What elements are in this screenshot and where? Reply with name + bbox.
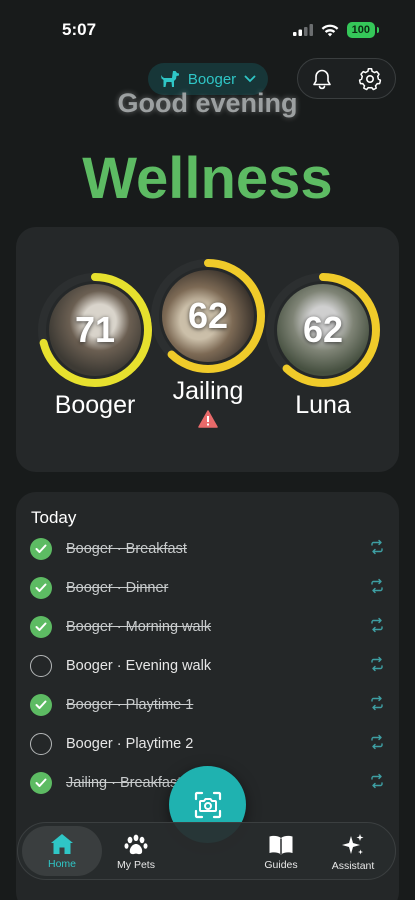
greeting-text: Good evening [117, 88, 298, 118]
paw-icon [124, 834, 148, 854]
repeat-icon [369, 773, 385, 794]
today-title: Today [31, 508, 77, 527]
pet-score-booger[interactable]: 71 Booger [36, 271, 154, 420]
pet-score-luna[interactable]: 62 Luna [264, 271, 382, 420]
repeat-icon [369, 656, 385, 677]
gear-icon[interactable] [358, 67, 382, 91]
task-checked-icon[interactable] [30, 616, 52, 638]
task-checked-icon[interactable] [30, 577, 52, 599]
cellular-signal-icon [292, 24, 313, 36]
status-bar: 5:07 100 [0, 0, 415, 60]
bell-icon[interactable] [311, 68, 333, 90]
tab-bar: Home My Pets Guides Assistant [17, 822, 396, 880]
sparkle-icon [342, 833, 364, 854]
task-row[interactable]: Booger · Playtime 2 [30, 730, 385, 758]
pet-score-jailing[interactable]: 62 Jailing [149, 257, 267, 433]
pet-name: Booger [54, 391, 136, 419]
task-checked-icon[interactable] [30, 538, 52, 560]
warning-icon [149, 410, 267, 433]
status-time: 5:07 [62, 20, 97, 39]
tab-label: Home [47, 857, 76, 870]
task-label: Booger · Breakfast [66, 541, 187, 557]
camera-scan-icon [194, 791, 221, 818]
task-label: Booger · Playtime 2 [66, 736, 194, 752]
tab-home[interactable]: Home [22, 826, 102, 876]
task-row[interactable]: Booger · Breakfast [30, 535, 385, 563]
task-row[interactable]: Booger · Morning walk [30, 613, 385, 641]
score-value: 71 [74, 309, 116, 350]
status-icons: 100 [292, 22, 380, 38]
task-row[interactable]: Booger · Evening walk [30, 652, 385, 680]
wifi-icon [321, 24, 339, 36]
task-row[interactable]: Booger · Playtime 1 [30, 691, 385, 719]
task-label: Booger · Evening walk [66, 658, 212, 674]
score-value: 62 [302, 309, 344, 350]
repeat-icon [369, 578, 385, 599]
score-value: 62 [187, 295, 229, 336]
book-icon [269, 835, 293, 854]
battery-indicator: 100 [346, 22, 380, 38]
chevron-down-icon [244, 75, 256, 83]
repeat-icon [369, 734, 385, 755]
wellness-scores-card: 71 Booger 62 Jailing 62 Luna [16, 227, 399, 472]
task-unchecked-icon[interactable] [30, 733, 52, 755]
pet-selector-label: Booger [187, 70, 237, 88]
tab-my-pets[interactable]: My Pets [110, 823, 162, 881]
pet-name: Jailing [172, 377, 244, 405]
repeat-icon [369, 539, 385, 560]
task-label: Booger · Morning walk [66, 619, 212, 635]
task-unchecked-icon[interactable] [30, 655, 52, 677]
page-title: Wellness [82, 146, 333, 211]
tab-assistant[interactable]: Assistant [328, 823, 378, 881]
tab-guides[interactable]: Guides [256, 823, 306, 881]
repeat-icon [369, 695, 385, 716]
task-checked-icon[interactable] [30, 772, 52, 794]
task-row[interactable]: Booger · Dinner [30, 574, 385, 602]
tab-label: Assistant [331, 859, 375, 872]
task-label: Booger · Dinner [66, 580, 169, 596]
repeat-icon [369, 617, 385, 638]
dog-icon [160, 71, 179, 87]
home-icon [51, 833, 73, 854]
tab-label: Guides [264, 858, 298, 871]
tab-label: My Pets [117, 858, 155, 871]
task-checked-icon[interactable] [30, 694, 52, 716]
task-label: Booger · Playtime 1 [66, 697, 194, 713]
pet-name: Luna [295, 391, 351, 419]
